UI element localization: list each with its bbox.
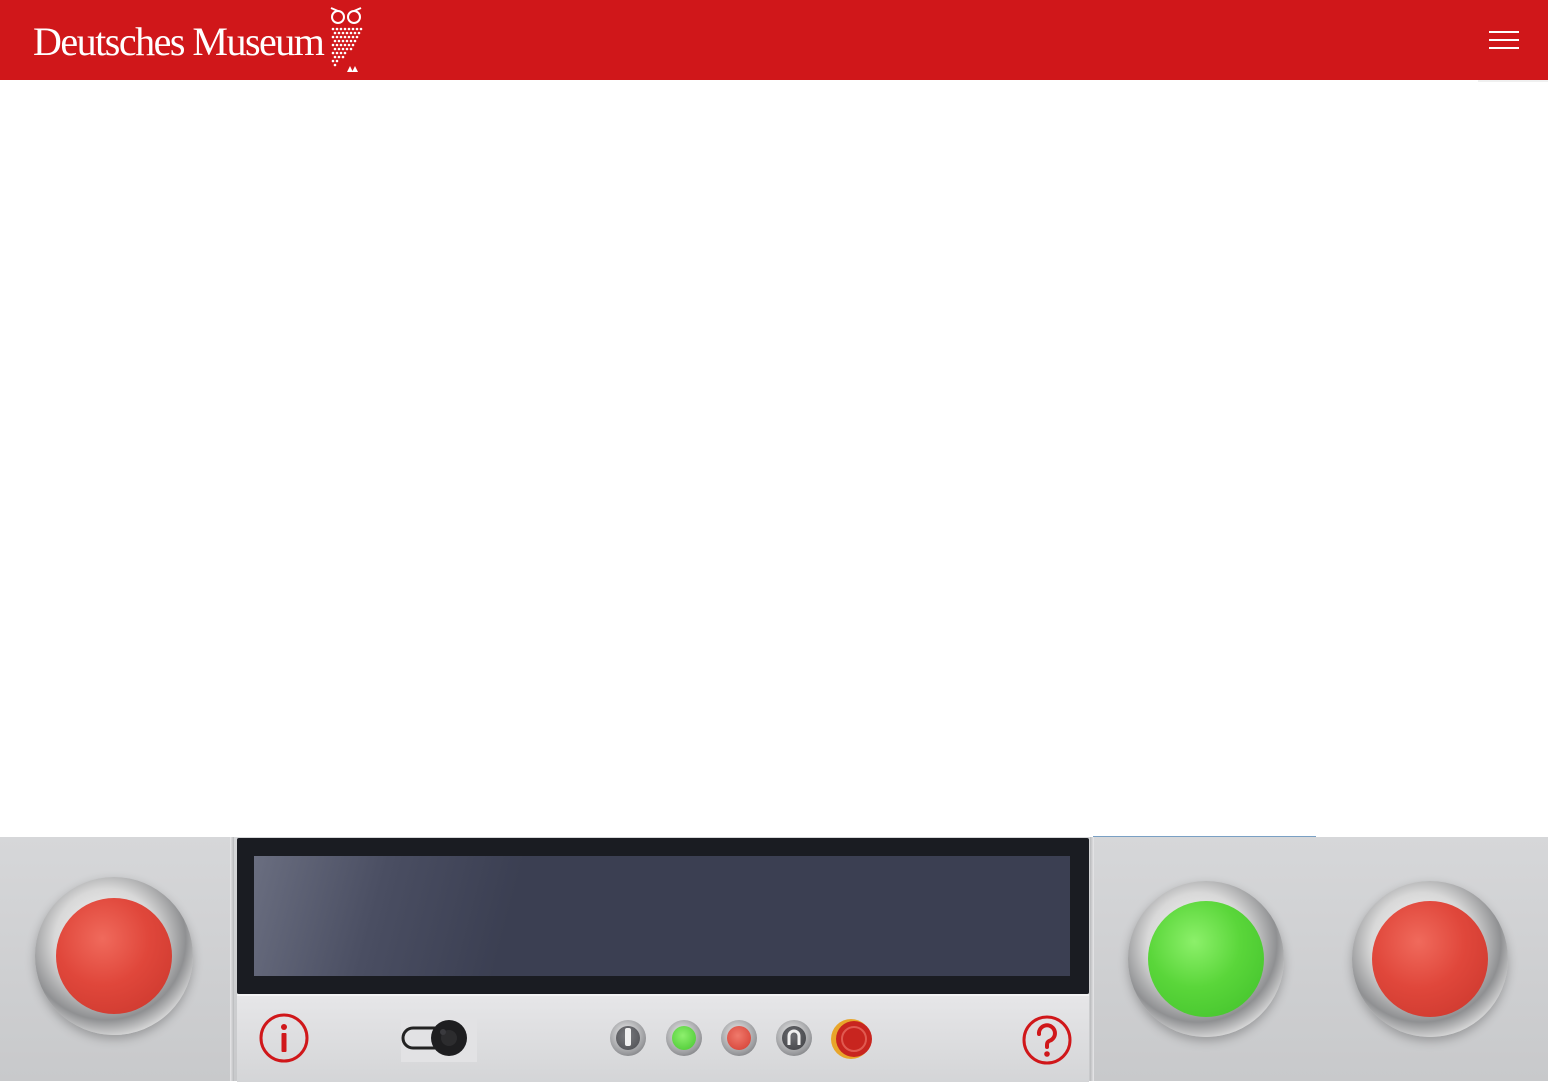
hamburger-menu-icon[interactable] — [1486, 26, 1522, 54]
red-indicator-button[interactable] — [721, 1020, 757, 1056]
top-header: Deutsches Museum — [0, 0, 1548, 80]
green-start-button[interactable] — [1128, 881, 1284, 1037]
help-icon[interactable] — [1021, 1014, 1073, 1066]
key-lock-switch-icon[interactable] — [776, 1020, 812, 1056]
key-switch-icon[interactable] — [401, 1014, 477, 1062]
control-bar — [237, 994, 1089, 1082]
header-edge — [1478, 80, 1548, 82]
display-screen — [254, 856, 1070, 976]
green-indicator-cap — [672, 1026, 696, 1050]
red-button-cap — [1372, 901, 1488, 1017]
left-red-button[interactable] — [35, 877, 193, 1035]
owl-icon — [330, 7, 363, 72]
red-indicator-cap — [727, 1026, 751, 1050]
key-slot-icon — [787, 1029, 801, 1045]
panel-seam — [1090, 837, 1094, 1081]
emergency-stop-button[interactable] — [828, 1016, 874, 1062]
brand-name[interactable]: Deutsches Museum — [33, 18, 325, 66]
selector-switch-icon[interactable] — [610, 1020, 646, 1056]
panel-seam — [230, 837, 234, 1081]
selector-indicator — [625, 1028, 631, 1046]
green-indicator-button[interactable] — [666, 1020, 702, 1056]
right-red-button[interactable] — [1352, 881, 1508, 1037]
info-icon[interactable] — [258, 1012, 310, 1064]
display-frame — [237, 838, 1089, 994]
green-button-cap — [1148, 901, 1264, 1017]
red-button-cap — [56, 898, 172, 1014]
